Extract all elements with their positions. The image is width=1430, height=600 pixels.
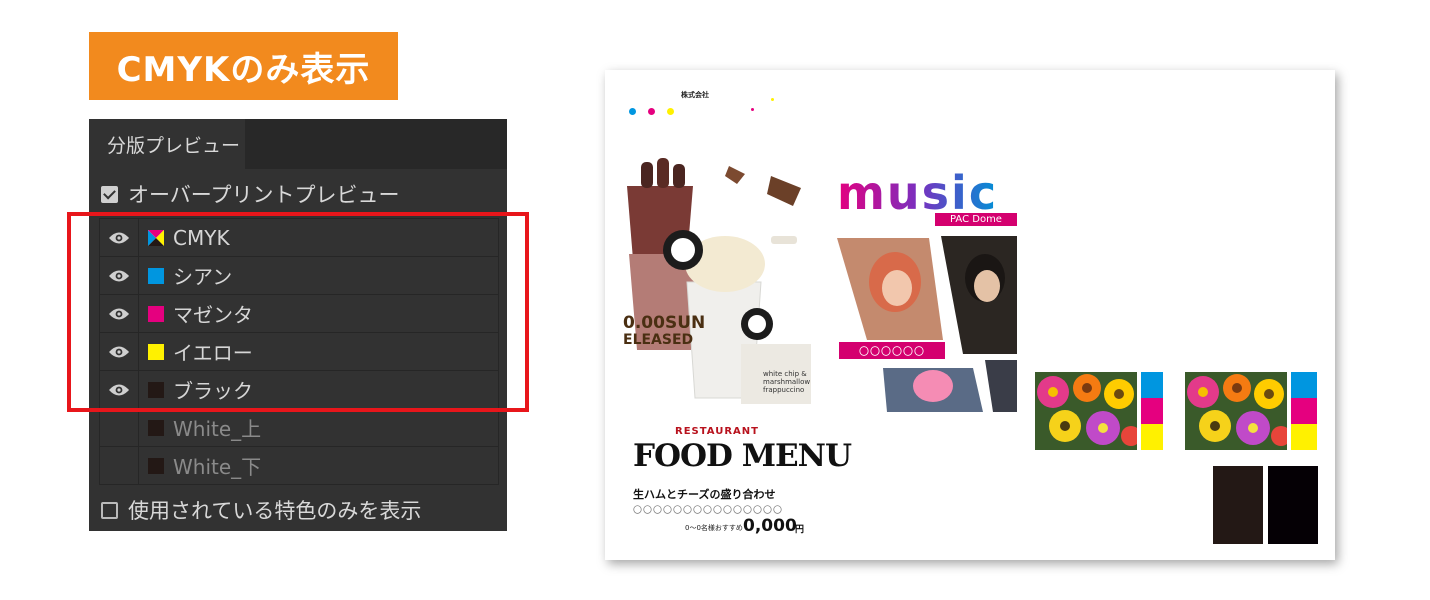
ink-row-white-bottom[interactable]: White_下	[100, 447, 498, 484]
visibility-toggle[interactable]	[100, 447, 139, 484]
released-label: ELEASED	[623, 332, 694, 348]
ink-label: White_上	[173, 417, 262, 441]
visibility-toggle[interactable]	[100, 409, 139, 446]
white-top-swatch-icon	[148, 419, 164, 436]
cyan-patch	[1141, 372, 1163, 398]
music-poster-photos	[833, 230, 1023, 414]
cyan-patch	[1291, 372, 1317, 398]
restaurant-label: RESTAURANT	[675, 426, 759, 437]
spot-only-label: 使用されている特色のみを表示	[128, 499, 422, 523]
panel-tab-bar: 分版プレビュー	[89, 119, 507, 169]
ink-label: White_下	[173, 455, 262, 479]
venue-badge: PAC Dome	[935, 213, 1017, 226]
yellow-patch	[1291, 424, 1317, 450]
event-date-band: 〇〇〇〇〇〇	[839, 342, 945, 359]
spot-only-option[interactable]: 使用されている特色のみを表示	[101, 495, 421, 525]
company-label: 株式会社	[681, 91, 709, 99]
document-preview: 株式会社 0.00SUN ELEASED white chip & marshm…	[605, 70, 1335, 560]
magenta-patch	[1291, 398, 1317, 424]
magenta-patch	[1141, 398, 1163, 424]
drink-name: white chip & marshmallow frappuccino	[763, 370, 811, 394]
menu-price: 0,000	[743, 516, 797, 536]
yellow-patch	[1141, 424, 1163, 450]
ink-row-white-top[interactable]: White_上	[100, 409, 498, 447]
recommend-label: 0～0名様おすすめ	[685, 524, 743, 532]
tab-separations-preview[interactable]: 分版プレビュー	[89, 119, 245, 169]
black-patch	[1213, 466, 1263, 544]
registration-dot	[751, 108, 754, 111]
music-title: music	[837, 166, 999, 220]
cmyk-only-badge: CMYKのみ表示	[89, 32, 398, 100]
flower-image	[1185, 372, 1291, 450]
registration-dot	[648, 108, 655, 115]
overprint-preview-label: オーバープリントプレビュー	[128, 183, 400, 207]
white-bottom-swatch-icon	[148, 457, 164, 474]
yen-label: 円	[795, 525, 805, 535]
dish-name: 生ハムとチーズの盛り合わせ	[633, 488, 776, 501]
registration-dot	[667, 108, 674, 115]
rich-black-patch	[1268, 466, 1318, 544]
dish-description: 〇〇〇〇〇〇〇〇〇〇〇〇〇〇〇	[633, 506, 784, 516]
flower-image	[1035, 372, 1141, 450]
price-small: 0.00SUN	[623, 313, 706, 333]
overprint-preview-checkbox[interactable]	[101, 185, 118, 203]
overprint-preview-option[interactable]: オーバープリントプレビュー	[101, 179, 400, 209]
registration-dot	[771, 98, 774, 101]
menu-title: FOOD MENU	[633, 438, 852, 474]
cmyk-highlight-box	[67, 212, 529, 412]
registration-dot	[629, 108, 636, 115]
spot-only-checkbox[interactable]	[101, 501, 118, 519]
